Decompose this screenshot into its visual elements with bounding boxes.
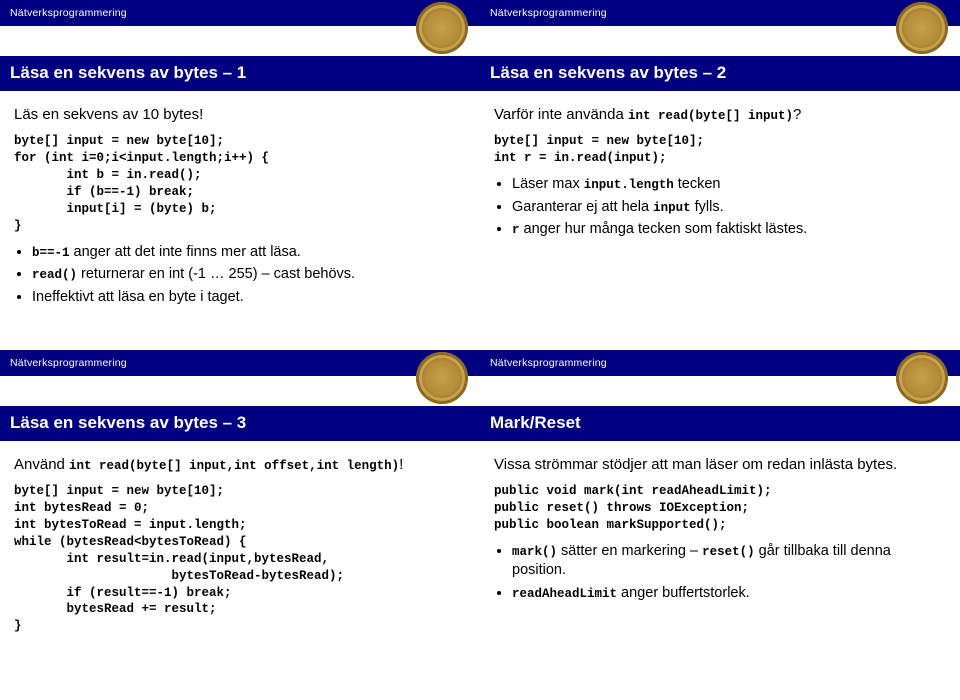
code-block: byte[] input = new byte[10]; int r = in.… [494,133,946,167]
text-span: Garanterar ej att hela [512,199,653,215]
code-span: r [512,223,520,237]
text-span: anger hur många tecken som faktiskt läst… [520,221,808,237]
text-span: anger buffertstorlek. [617,585,750,601]
list-item: b==-1 anger att det inte finns mer att l… [32,243,466,263]
slide-title: Läsa en sekvens av bytes – 3 [10,413,246,432]
title-band: Läsa en sekvens av bytes – 1 [0,56,480,91]
code-span: input [653,201,691,215]
slide-3: Nätverksprogrammering Läsa en sekvens av… [0,350,480,700]
code-span: readAheadLimit [512,587,617,601]
text-span: Ineffektivt att läsa en byte i taget. [32,289,244,305]
text-span: tecken [674,176,721,192]
header-label: Nätverksprogrammering [10,7,127,19]
text-span: Läser max [512,176,584,192]
slide-title: Läsa en sekvens av bytes – 2 [490,63,726,82]
text-span: Varför inte använda [494,106,628,123]
intro-text: Använd int read(byte[] input,int offset,… [14,455,466,475]
intro-text: Varför inte använda int read(byte[] inpu… [494,105,946,125]
code-span: reset() [702,545,755,559]
bullet-list: b==-1 anger att det inte finns mer att l… [14,243,466,308]
list-item: Garanterar ej att hela input fylls. [512,198,946,218]
code-block: byte[] input = new byte[10]; for (int i=… [14,133,466,234]
code-block: public void mark(int readAheadLimit); pu… [494,483,946,534]
bullet-list: Läser max input.length tecken Garanterar… [494,175,946,240]
slide-header: Nätverksprogrammering [0,0,480,26]
slide-header: Nätverksprogrammering [480,350,960,376]
title-band: Läsa en sekvens av bytes – 3 [0,406,480,441]
slide-4: Nätverksprogrammering Mark/Reset Vissa s… [480,350,960,700]
text-span: sätter en markering – [557,543,702,559]
slide-title: Mark/Reset [490,413,581,432]
text-span: anger att det inte finns mer att läsa. [70,244,301,260]
slide-body: Läs en sekvens av 10 bytes! byte[] input… [0,91,480,321]
intro-text: Läs en sekvens av 10 bytes! [14,105,466,125]
slide-body: Varför inte använda int read(byte[] inpu… [480,91,960,254]
code-span: int read(byte[] input) [628,109,793,123]
slide-header: Nätverksprogrammering [480,0,960,26]
list-item: readAheadLimit anger buffertstorlek. [512,584,946,604]
slide-title: Läsa en sekvens av bytes – 1 [10,63,246,82]
slide-header: Nätverksprogrammering [0,350,480,376]
slide-grid: Nätverksprogrammering Läsa en sekvens av… [0,0,960,700]
code-span: int read(byte[] input,int offset,int len… [69,459,399,473]
slide-2: Nätverksprogrammering Läsa en sekvens av… [480,0,960,350]
list-item: mark() sätter en markering – reset() går… [512,542,946,581]
title-band: Mark/Reset [480,406,960,441]
university-seal-icon [896,352,948,404]
slide-body: Använd int read(byte[] input,int offset,… [0,441,480,653]
code-span: input.length [584,178,674,192]
text-span: fylls. [691,199,724,215]
slide-body: Vissa strömmar stödjer att man läser om … [480,441,960,618]
university-seal-icon [416,352,468,404]
university-seal-icon [416,2,468,54]
header-label: Nätverksprogrammering [490,357,607,369]
university-seal-icon [896,2,948,54]
text-span: Använd [14,456,69,473]
header-label: Nätverksprogrammering [490,7,607,19]
title-band: Läsa en sekvens av bytes – 2 [480,56,960,91]
header-label: Nätverksprogrammering [10,357,127,369]
list-item: read() returnerar en int (-1 … 255) – ca… [32,265,466,285]
text-span: ? [793,106,801,123]
list-item: Läser max input.length tecken [512,175,946,195]
intro-text: Vissa strömmar stödjer att man läser om … [494,455,946,475]
list-item: Ineffektivt att läsa en byte i taget. [32,288,466,308]
code-span: mark() [512,545,557,559]
text-span: ! [399,456,403,473]
list-item: r anger hur många tecken som faktiskt lä… [512,220,946,240]
code-block: byte[] input = new byte[10]; int bytesRe… [14,483,466,635]
text-span: returnerar en int (-1 … 255) – cast behö… [77,266,355,282]
code-span: b==-1 [32,246,70,260]
bullet-list: mark() sätter en markering – reset() går… [494,542,946,604]
code-span: read() [32,268,77,282]
slide-1: Nätverksprogrammering Läsa en sekvens av… [0,0,480,350]
